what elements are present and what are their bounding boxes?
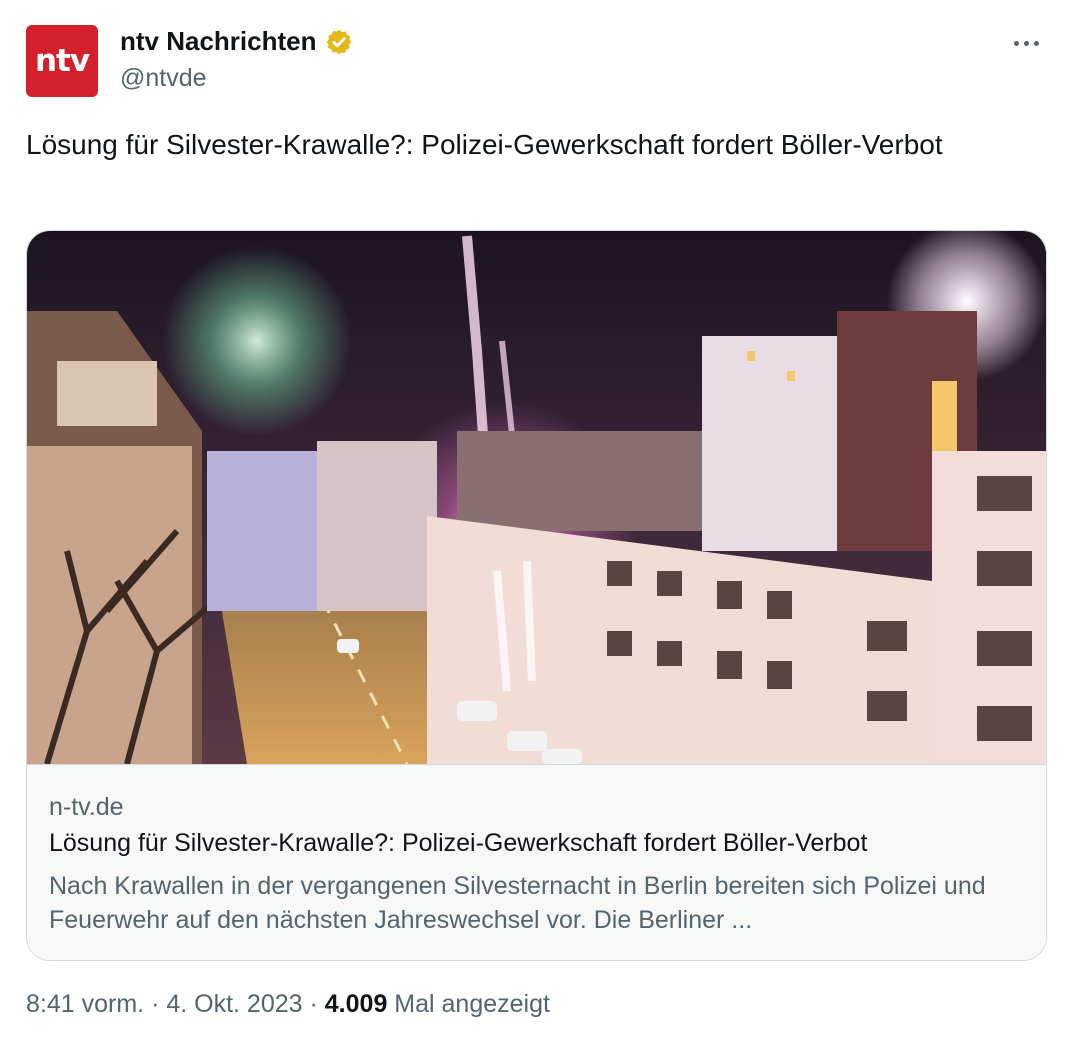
user-handle[interactable]: @ntvde [120,64,207,93]
more-dot [1033,40,1039,46]
link-card-body[interactable]: n-tv.de Lösung für Silvester-Krawalle?: … [27,764,1046,960]
meta-separator: · [151,990,160,1018]
link-card-title: Lösung für Silvester-Krawalle?: Polizei-… [49,829,868,857]
tweet-text: Lösung für Silvester-Krawalle?: Polizei-… [26,129,943,160]
tweet-timestamp-date[interactable]: 4. Okt. 2023 [166,990,302,1018]
gold-verified-icon[interactable] [325,28,353,56]
tweet-meta: 8:41 vorm. · 4. Okt. 2023 · 4.009 Mal an… [26,990,550,1019]
night-street-fireworks-photo[interactable] [27,231,1046,764]
more-dot [1013,40,1019,46]
avatar-logo-text: ntv [34,43,90,79]
link-card-description: Nach Krawallen in der vergangenen Silves… [49,872,986,934]
display-name[interactable]: ntv Nachrichten [120,26,317,57]
author-name-row: ntv Nachrichten [120,26,353,57]
tweet-timestamp-time[interactable]: 8:41 vorm. [26,990,144,1018]
link-card[interactable]: n-tv.de Lösung für Silvester-Krawalle?: … [26,230,1047,961]
more-dot [1023,40,1029,46]
more-horizontal-icon[interactable] [1006,28,1046,58]
views-label: Mal angezeigt [394,990,550,1018]
link-card-domain: n-tv.de [49,793,124,821]
avatar[interactable]: ntv [26,25,98,97]
views-count[interactable]: 4.009 [325,990,388,1018]
meta-separator: · [309,990,318,1018]
